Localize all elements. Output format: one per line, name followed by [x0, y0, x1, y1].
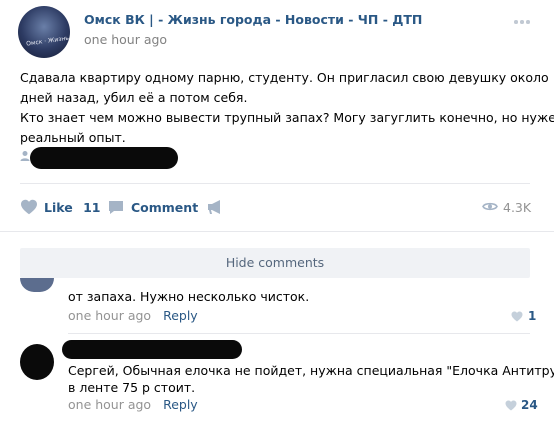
views-count: 4.3K — [503, 200, 532, 215]
post-text-line: Кто знает чем можно вывести трупный запа… — [20, 110, 554, 125]
redacted-author — [30, 147, 178, 169]
like-button[interactable]: Like 11 — [44, 200, 100, 215]
group-name[interactable]: Омск ВК | - Жизнь города - Новости - ЧП … — [84, 12, 422, 27]
post-text-line: дней назад, убил её а потом себя. — [20, 90, 248, 105]
comment-avatar[interactable] — [20, 278, 54, 292]
more-icon[interactable] — [512, 10, 532, 30]
avatar-text: Омск · Жизнь города — [25, 31, 70, 48]
comment-text-line: Сергей, Обычная елочка не пойдет, нужна … — [68, 363, 554, 378]
comment-like-count: 24 — [521, 398, 538, 412]
comment-text-line: от запаха. Нужно несколько чисток. — [68, 289, 310, 304]
hide-comments-button[interactable]: Hide comments — [20, 248, 530, 278]
comment-meta: one hour ago Reply — [68, 308, 198, 323]
comment-time[interactable]: one hour ago — [68, 308, 151, 323]
divider — [68, 333, 530, 334]
comment-icon[interactable] — [108, 200, 124, 215]
heart-icon[interactable] — [20, 199, 38, 215]
divider — [20, 183, 530, 184]
eye-icon — [482, 202, 498, 211]
share-icon[interactable] — [207, 199, 225, 215]
heart-icon[interactable] — [505, 400, 517, 411]
post-text-line: реальный опыт. — [20, 130, 126, 145]
post-text: Сдавала квартиру одному парню, студенту.… — [20, 68, 554, 148]
comment-meta: one hour ago Reply — [68, 397, 198, 412]
post-time[interactable]: one hour ago — [84, 32, 167, 47]
divider — [0, 231, 554, 232]
comment-text: Сергей, Обычная елочка не пойдет, нужна … — [68, 362, 554, 396]
redacted-author-name[interactable] — [62, 340, 242, 359]
heart-icon[interactable] — [511, 311, 523, 322]
comment-text-line: в ленте 75 р стоит. — [68, 380, 196, 395]
like-count: 11 — [83, 200, 101, 215]
reply-button[interactable]: Reply — [163, 397, 198, 412]
reply-button[interactable]: Reply — [163, 308, 198, 323]
person-icon — [20, 151, 30, 161]
redacted-avatar[interactable] — [20, 344, 54, 380]
like-label: Like — [44, 200, 73, 215]
group-avatar[interactable]: Омск · Жизнь города — [18, 6, 70, 58]
comment-like-count: 1 — [528, 309, 537, 323]
comment-button[interactable]: Comment — [131, 200, 198, 215]
comment-time[interactable]: one hour ago — [68, 397, 151, 412]
post-text-line: Сдавала квартиру одному парню, студенту.… — [20, 70, 554, 85]
comment-text: от запаха. Нужно несколько чисток. — [68, 288, 309, 305]
